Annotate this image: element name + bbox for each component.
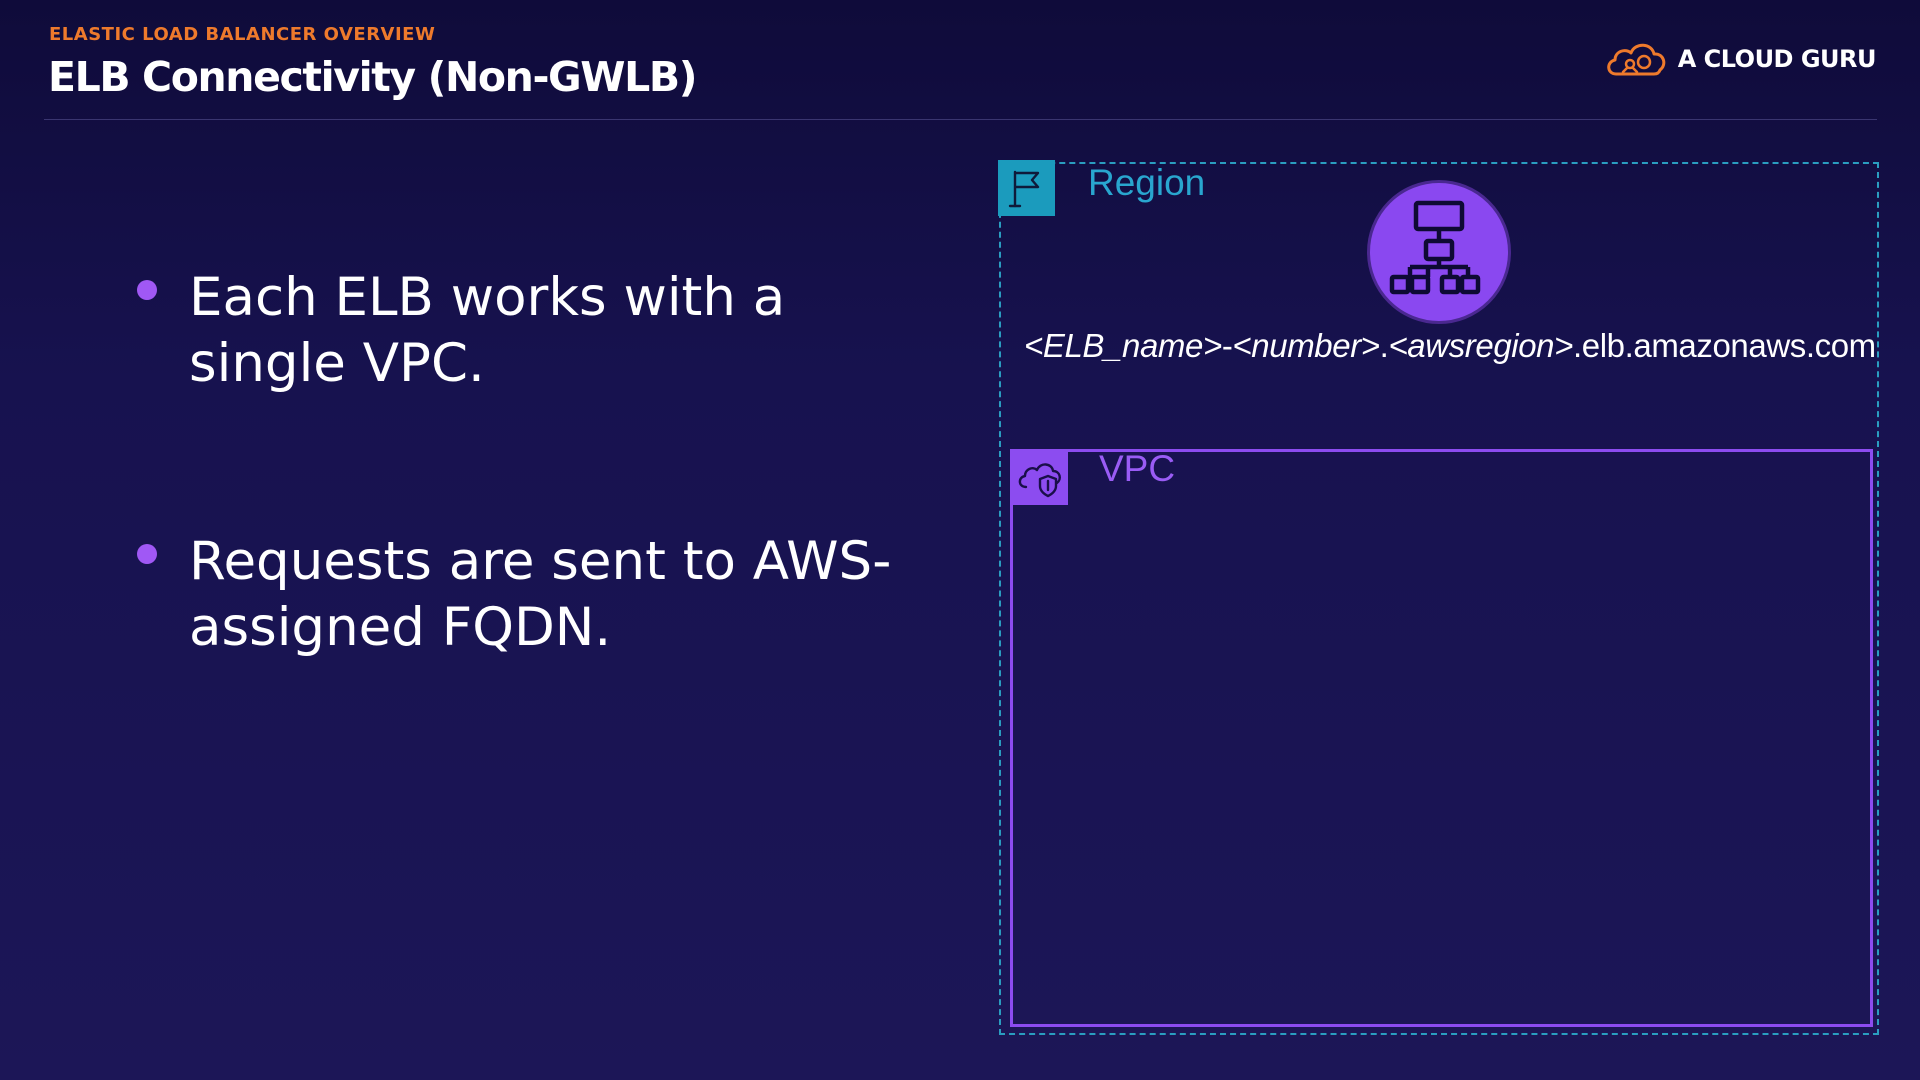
vpc-boundary: [1010, 449, 1873, 1027]
vpc-cloud-icon: [1010, 449, 1068, 505]
fqdn-aws-region: <awsregion>: [1388, 327, 1573, 364]
bullet-item: Each ELB works with a single VPC.: [134, 265, 914, 397]
fqdn-separator: -: [1221, 327, 1233, 364]
brand-name: A CLOUD GURU: [1677, 45, 1877, 73]
brand-logo: A CLOUD GURU: [1604, 38, 1877, 80]
load-balancer-icon: [1367, 180, 1511, 324]
bullet-dot: [137, 280, 157, 300]
bullet-text: Requests are sent to AWS-assigned FQDN.: [189, 531, 892, 658]
vpc-label: VPC: [1099, 448, 1176, 489]
fqdn-number: <number>: [1232, 327, 1380, 364]
section-eyebrow: ELASTIC LOAD BALANCER OVERVIEW: [49, 24, 436, 45]
bullet-dot: [137, 544, 157, 564]
cloud-logo-icon: [1606, 43, 1665, 76]
bullet-text: Each ELB works with a single VPC.: [189, 267, 786, 394]
elb-fqdn: <ELB_name>-<number>.<awsregion>.elb.amaz…: [1024, 327, 1876, 365]
bullet-item: Requests are sent to AWS-assigned FQDN.: [134, 529, 914, 661]
bullet-list: Each ELB works with a single VPC. Reques…: [134, 265, 914, 793]
header-divider: [44, 119, 1877, 120]
fqdn-domain-suffix: .elb.amazonaws.com: [1573, 327, 1876, 364]
page-title: ELB Connectivity (Non-GWLB): [48, 53, 697, 101]
region-label: Region: [1088, 162, 1206, 203]
region-flag-icon: [998, 160, 1055, 216]
fqdn-elb-name: <ELB_name>: [1024, 327, 1222, 364]
